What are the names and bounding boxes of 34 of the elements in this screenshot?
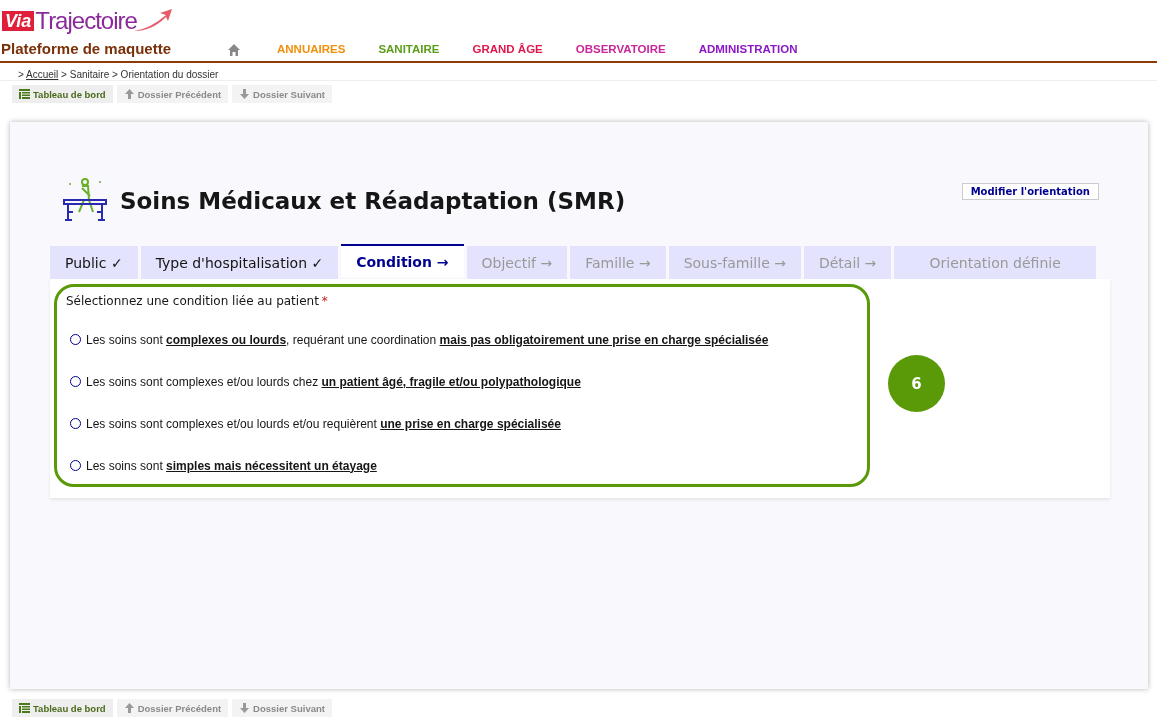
logo-mark: Via — [2, 11, 35, 31]
step-tab[interactable]: Type d'hospitalisation ✓ — [140, 246, 339, 279]
modify-orientation-button[interactable]: Modifier l'orientation — [961, 183, 1099, 200]
option-label[interactable]: Les soins sont complexes ou lourds, requérant une coordination mais pas obligatoirement une prise en charge spécialisée — [86, 332, 769, 347]
nav-link[interactable]: OBSERVATOIRE — [575, 43, 666, 55]
nav-link[interactable]: SANITAIRE — [378, 43, 440, 55]
rehabilitation-icon — [62, 178, 108, 224]
dashboard-button[interactable]: Tableau de bord — [12, 699, 113, 717]
question-label: Sélectionnez une condition liée au patient * — [66, 294, 329, 308]
arrow-down-icon — [239, 89, 251, 99]
breadcrumb-separator: > — [18, 69, 24, 80]
breadcrumb-item: Orientation du dossier — [120, 69, 219, 80]
breadcrumb-separator: > — [61, 69, 67, 80]
list-icon — [19, 703, 30, 713]
step-tab[interactable]: Condition → — [341, 244, 464, 277]
breadcrumb-item: Sanitaire — [69, 69, 110, 80]
breadcrumb-separator: > — [112, 69, 118, 80]
arrow-up-icon — [123, 703, 135, 713]
option-label[interactable]: Les soins sont simples mais nécessitent un étayage — [86, 458, 377, 473]
arrow-down-icon — [239, 703, 251, 713]
option-label[interactable]: Les soins sont complexes et/ou lourds chez un patient âgé, fragile et/ou polypathologique — [86, 374, 581, 389]
home-icon[interactable] — [227, 43, 241, 57]
logo-text: Trajectoire — [35, 7, 137, 35]
required-mark: * — [321, 294, 328, 308]
nav-link[interactable]: GRAND ÂGE — [472, 43, 543, 55]
page-title: Soins Médicaux et Réadaptation (SMR) — [120, 188, 627, 214]
dashboard-button[interactable]: Tableau de bord — [12, 85, 113, 103]
arrow-up-icon — [123, 89, 135, 99]
platform-name: Plateforme de maquette — [0, 40, 173, 57]
nav-link[interactable]: ADMINISTRATION — [698, 43, 798, 55]
step-tab[interactable]: Public ✓ — [50, 246, 138, 279]
option-label[interactable]: Les soins sont complexes et/ou lourds et/ou requièrent une prise en charge spécialisée — [86, 416, 561, 431]
breadcrumb-link[interactable]: Accueil — [26, 69, 59, 80]
list-icon — [19, 89, 30, 99]
